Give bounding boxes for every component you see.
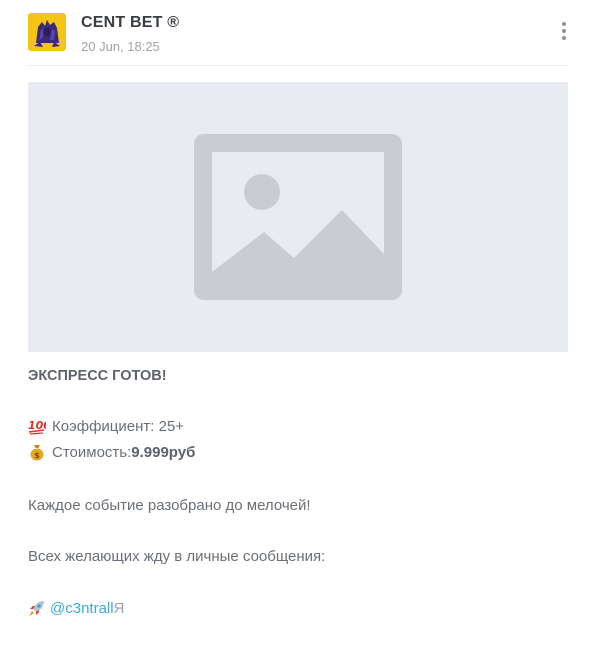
cost-label: Стоимость: [52, 443, 132, 461]
invite-text: Всех желающих жду в личные сообщения: [28, 548, 326, 565]
svg-text:$: $ [34, 451, 40, 460]
post-image-placeholder[interactable] [28, 82, 568, 352]
post-date: 20 Jun, 18:25 [81, 39, 160, 54]
coefficient-text: Коэффициент: 25+ [52, 417, 185, 435]
post-header: CENT BET ® 20 Jun, 18:25 [28, 12, 568, 56]
more-vertical-icon[interactable] [556, 20, 572, 46]
header-divider [28, 65, 568, 66]
channel-avatar[interactable] [28, 13, 66, 51]
image-placeholder-icon [194, 134, 402, 300]
hundred-points-icon: 100 [28, 419, 46, 435]
post-headline: ЭКСПРЕСС ГОТОВ! [28, 368, 167, 384]
cost-line: $ Стоимость: 9.999руб [28, 443, 195, 461]
post-card: CENT BET ® 20 Jun, 18:25 ЭКСПРЕСС ГОТОВ!… [0, 0, 594, 648]
details-text: Каждое событие разобрано до мелочей! [28, 497, 311, 514]
contact-suffix: Я [113, 599, 125, 617]
coefficient-line: 100 Коэффициент: 25+ [28, 417, 184, 435]
contact-line: @c3ntrall Я [28, 599, 124, 617]
contact-username-link[interactable]: @c3ntrall [50, 600, 114, 617]
channel-logo-icon [28, 13, 66, 51]
money-bag-icon: $ [30, 445, 44, 461]
channel-name[interactable]: CENT BET ® [81, 14, 179, 32]
rocket-icon [29, 601, 44, 616]
cost-value: 9.999руб [131, 443, 196, 461]
